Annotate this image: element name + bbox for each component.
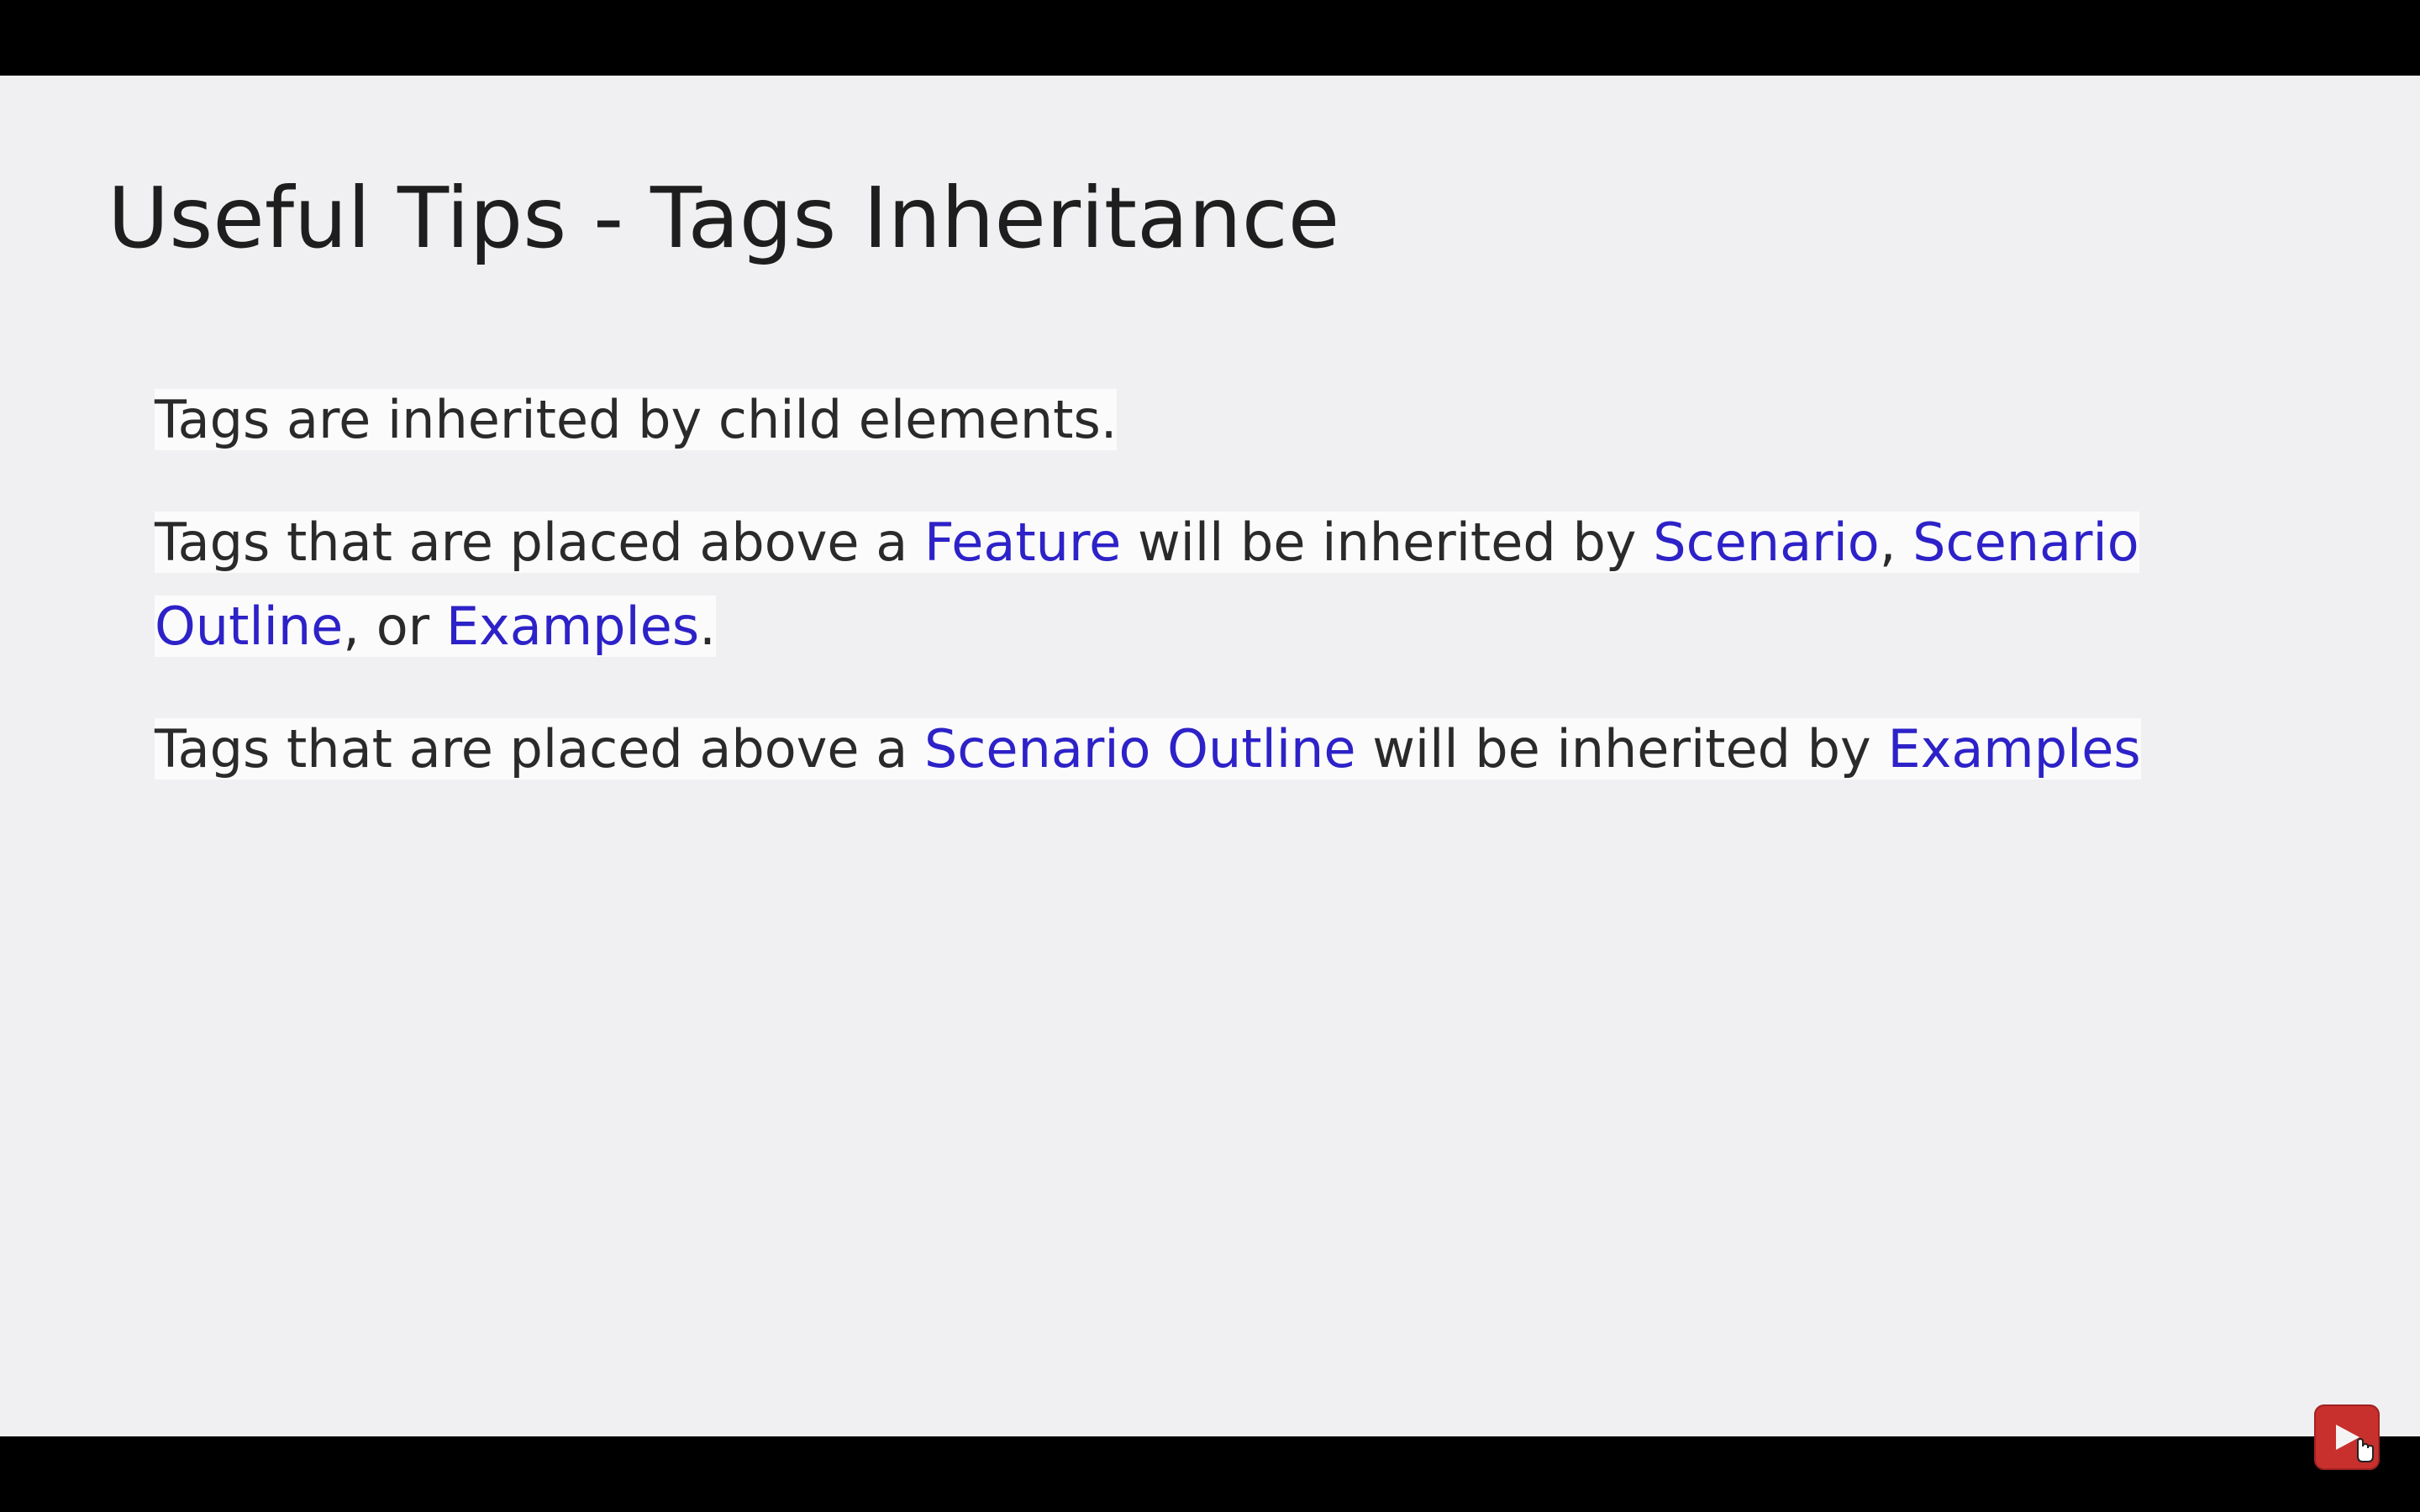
keyword-scenario-outline: Scenario Outline — [923, 718, 1356, 780]
text-segment: Tags that are placed above a — [155, 718, 924, 780]
slide-title: Useful Tips - Tags Inheritance — [108, 169, 1340, 267]
text-segment: will be inherited by — [1355, 718, 1888, 780]
top-letterbox — [0, 0, 2420, 76]
keyword-examples: Examples — [1887, 718, 2141, 780]
text-segment: . — [699, 596, 716, 657]
keyword-examples: Examples — [445, 596, 700, 657]
paragraph-inheritance-text: Tags are inherited by child elements. — [155, 389, 1118, 450]
play-button[interactable] — [2314, 1404, 2380, 1470]
text-segment: , or — [343, 596, 446, 657]
keyword-scenario: Scenario — [1653, 512, 1880, 573]
hand-cursor-icon — [2357, 1437, 2374, 1462]
keyword-feature: Feature — [923, 512, 1122, 573]
play-icon — [2336, 1425, 2374, 1462]
paragraph-inheritance: Tags are inherited by child elements. — [155, 378, 2356, 462]
slide: Useful Tips - Tags Inheritance Tags are … — [0, 76, 2420, 1436]
text-segment: will be inherited by — [1121, 512, 1654, 573]
text-segment: , — [1879, 512, 1913, 573]
paragraph-feature-inheritance: Tags that are placed above a Feature wil… — [155, 501, 2356, 669]
bottom-letterbox — [0, 1436, 2420, 1512]
text-segment: Tags that are placed above a — [155, 512, 924, 573]
paragraph-outline-inheritance: Tags that are placed above a Scenario Ou… — [155, 707, 2356, 791]
